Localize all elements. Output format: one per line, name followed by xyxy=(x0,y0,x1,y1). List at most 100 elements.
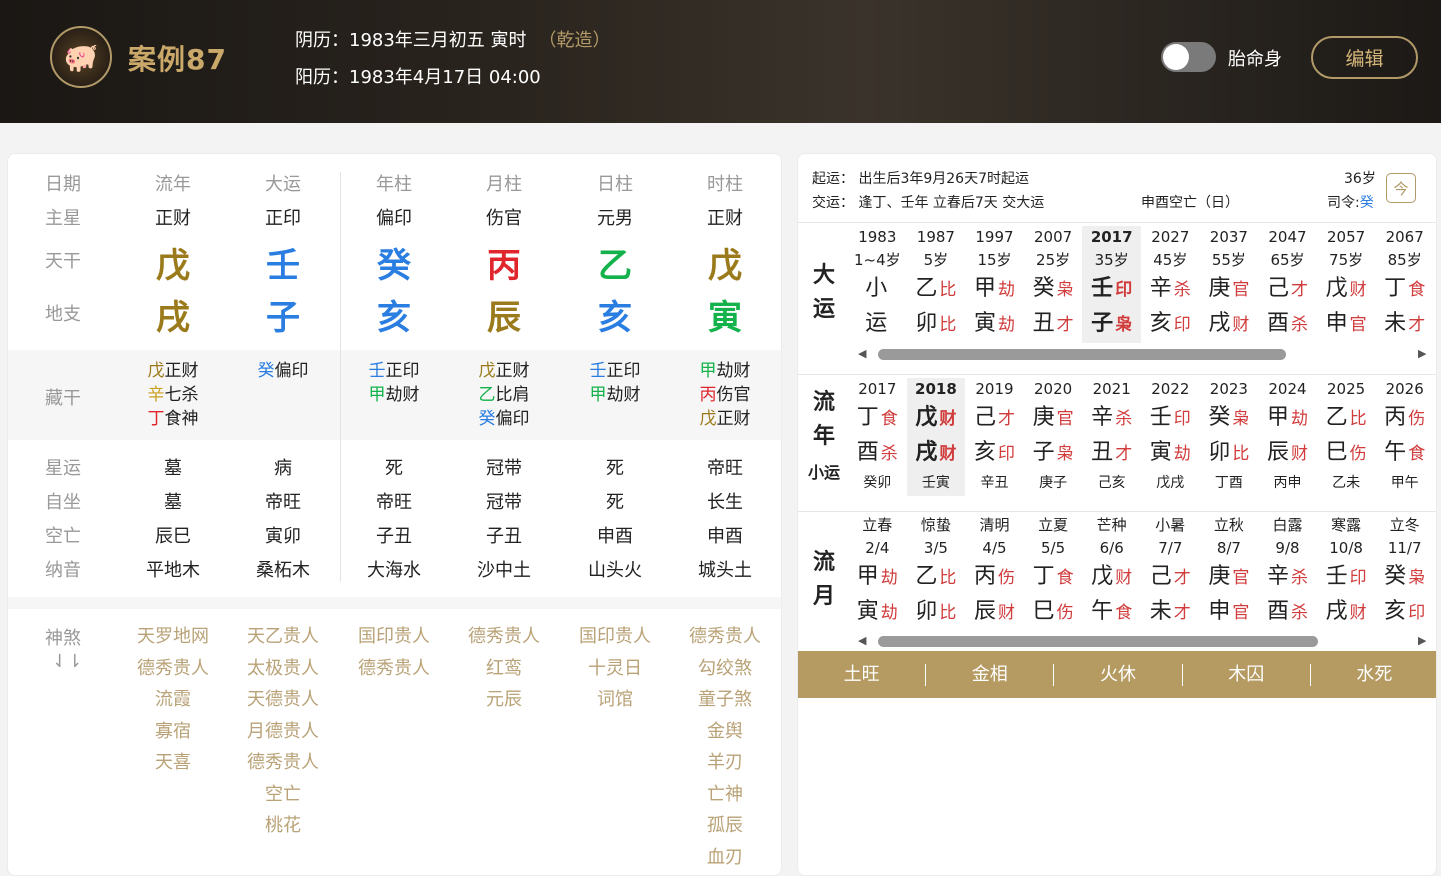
dayun-column[interactable]: 2017 35岁壬印子枭 xyxy=(1082,226,1141,343)
liunian-column[interactable]: 2017 丁食酉杀癸卯 xyxy=(848,378,907,496)
main-star: 正财 xyxy=(155,208,191,229)
liuyue-stem: 辛杀 xyxy=(1258,560,1317,595)
dayun-column[interactable]: 1983 1~4岁小运 xyxy=(848,226,907,343)
dayun-column[interactable]: 2037 55岁庚官戌财 xyxy=(1200,226,1259,343)
shensha-item[interactable]: 天乙贵人 xyxy=(228,621,338,653)
shensha-item[interactable]: 天罗地网 xyxy=(118,621,228,653)
edit-button[interactable]: 编辑 xyxy=(1311,36,1418,79)
horizontal-scrollbar[interactable] xyxy=(878,636,1318,647)
shensha-item[interactable]: 孤辰 xyxy=(670,810,780,842)
scroll-left-arrow[interactable]: ◀ xyxy=(858,347,866,360)
hidden-stem-shishen: 比肩 xyxy=(495,385,530,405)
dayun-column[interactable]: 1987 5岁乙比卯比 xyxy=(907,226,966,343)
dayun-column[interactable]: 2007 25岁癸枭丑才 xyxy=(1024,226,1083,343)
dayun-column[interactable]: 2057 75岁戊财申官 xyxy=(1317,226,1376,343)
calendar-today-icon[interactable]: 今 xyxy=(1386,173,1416,203)
liuyue-column[interactable]: 立冬 11/7 癸枭亥印 xyxy=(1375,514,1434,631)
shensha-item[interactable]: 桃花 xyxy=(228,810,338,842)
taimingshen-toggle[interactable] xyxy=(1161,42,1216,72)
horizontal-scrollbar[interactable] xyxy=(878,349,1286,360)
shensha-item[interactable]: 羊刃 xyxy=(670,747,780,779)
liuyue-column[interactable]: 立夏 5/5 丁食巳伤 xyxy=(1024,514,1083,631)
liuyue-year: 立秋 xyxy=(1213,516,1244,534)
liunian-column[interactable]: 2024 甲劫辰财丙申 xyxy=(1258,378,1317,496)
shensha-item[interactable]: 流霞 xyxy=(118,684,228,716)
shensha-item[interactable]: 天德贵人 xyxy=(228,684,338,716)
liunian-column[interactable]: 2022 壬印寅劫戊戌 xyxy=(1141,378,1200,496)
liunian-branch-shishen: 食 xyxy=(1408,444,1426,464)
liunian-column[interactable]: 2019 己才亥印辛丑 xyxy=(965,378,1024,496)
liuyue-column[interactable]: 惊蛰 3/5 乙比卯比 xyxy=(907,514,966,631)
liunian-column[interactable]: 2020 庚官子枭庚子 xyxy=(1024,378,1083,496)
shensha-item[interactable]: 空亡 xyxy=(228,779,338,811)
shensha-item[interactable]: 寡宿 xyxy=(118,716,228,748)
shensha-item[interactable]: 太极贵人 xyxy=(228,653,338,685)
expand-toggle-icon[interactable]: ⇃⇂ xyxy=(52,651,82,672)
liunian-branch-char: 子 xyxy=(1032,440,1055,465)
shensha-item[interactable]: 金舆 xyxy=(670,716,780,748)
luck-panel: 起运： 出生后3年9月26天7时起运 交运： 逢丁、壬年 立春后7天 交大运 申… xyxy=(797,153,1437,876)
dayun-branch-shishen: 印 xyxy=(1173,315,1191,335)
liunian-column[interactable]: 2021 辛杀丑才己亥 xyxy=(1082,378,1141,496)
dayun-column[interactable]: 1997 15岁甲劫寅劫 xyxy=(965,226,1024,343)
scroll-left-arrow[interactable]: ◀ xyxy=(858,634,866,647)
liunian-stem-shishen: 印 xyxy=(1173,409,1191,429)
shensha-item[interactable]: 亡神 xyxy=(670,779,780,811)
shensha-item[interactable]: 红鸾 xyxy=(449,653,559,685)
shensha-item[interactable]: 元辰 xyxy=(449,684,559,716)
liuyue-branch-char: 戌 xyxy=(1325,599,1348,624)
liuyue-branch-shishen: 比 xyxy=(939,603,957,623)
shensha-item[interactable]: 德秀贵人 xyxy=(339,653,449,685)
row-label-shensha: 神煞 xyxy=(45,628,81,649)
shensha-item[interactable]: 血刃 xyxy=(670,842,780,874)
hidden-stem-shishen: 正印 xyxy=(385,361,420,381)
shensha-item[interactable]: 德秀贵人 xyxy=(118,653,228,685)
liuyue-year: 立冬 xyxy=(1389,516,1420,534)
shensha-item[interactable]: 勾绞煞 xyxy=(670,653,780,685)
liuyue-column[interactable]: 寒露 10/8 壬印戌财 xyxy=(1317,514,1376,631)
liunian-column[interactable]: 2018 戊财戌财壬寅 xyxy=(906,378,966,496)
dayun-year: 2047 xyxy=(1268,228,1307,246)
dayun-branch-char: 酉 xyxy=(1266,311,1289,336)
shensha-item[interactable]: 词馆 xyxy=(560,684,670,716)
shensha-item[interactable]: 月德贵人 xyxy=(228,716,338,748)
liunian-stem-char: 壬 xyxy=(1149,405,1172,430)
dayun-stem-shishen: 官 xyxy=(1232,280,1250,300)
liuyue-column[interactable]: 清明 4/5 丙伤辰财 xyxy=(965,514,1024,631)
liunian-column[interactable]: 2025 乙比巳伤乙未 xyxy=(1317,378,1376,496)
dayun-column[interactable]: 2047 65岁己才酉杀 xyxy=(1258,226,1317,343)
dayun-stem-shishen: 劫 xyxy=(997,280,1015,300)
liuyue-stem-char: 庚 xyxy=(1208,564,1231,589)
liunian-branch-shishen: 杀 xyxy=(880,444,898,464)
liunian-stem: 壬印 xyxy=(1141,401,1200,436)
liuyue-column[interactable]: 白露 9/8 辛杀酉杀 xyxy=(1258,514,1317,631)
shensha-item[interactable]: 国印贵人 xyxy=(339,621,449,653)
liunian-stem-char: 辛 xyxy=(1091,405,1114,430)
heavenly-stem: 癸 xyxy=(377,246,411,286)
scroll-right-arrow[interactable]: ▶ xyxy=(1418,347,1426,360)
shensha-item[interactable]: 德秀贵人 xyxy=(449,621,559,653)
hidden-stem-line: 戊正财 xyxy=(118,359,228,383)
shensha-item[interactable]: 天喜 xyxy=(118,747,228,779)
liuyue-branch-char: 申 xyxy=(1208,599,1231,624)
shensha-item[interactable]: 国印贵人 xyxy=(560,621,670,653)
shensha-item[interactable]: 德秀贵人 xyxy=(228,747,338,779)
shensha-item[interactable]: 德秀贵人 xyxy=(670,621,780,653)
liuyue-column[interactable]: 立春 2/4 甲劫寅劫 xyxy=(848,514,907,631)
liunian-stem: 戊财 xyxy=(907,401,966,436)
liuyue-column[interactable]: 立秋 8/7 庚官申官 xyxy=(1200,514,1259,631)
liunian-branch-shishen: 比 xyxy=(1232,444,1250,464)
liuyue-column[interactable]: 芒种 6/6 戊财午食 xyxy=(1082,514,1141,631)
dayun-column[interactable]: 2027 45岁辛杀亥印 xyxy=(1141,226,1200,343)
liunian-column[interactable]: 2023 癸枭卯比丁酉 xyxy=(1200,378,1259,496)
liuyue-year: 立春 xyxy=(862,516,893,534)
shensha-item[interactable]: 十灵日 xyxy=(560,653,670,685)
column-header: 大运 xyxy=(265,174,301,195)
liunian-column[interactable]: 2026 丙伤午食甲午 xyxy=(1375,378,1434,496)
scroll-right-arrow[interactable]: ▶ xyxy=(1418,634,1426,647)
dayun-column[interactable]: 2067 85岁丁食未才 xyxy=(1375,226,1434,343)
liuyue-branch-char: 酉 xyxy=(1266,599,1289,624)
liuyue-column[interactable]: 小暑 7/7 己才未才 xyxy=(1141,514,1200,631)
shensha-item[interactable]: 童子煞 xyxy=(670,684,780,716)
liuyue-branch-shishen: 劫 xyxy=(880,603,898,623)
